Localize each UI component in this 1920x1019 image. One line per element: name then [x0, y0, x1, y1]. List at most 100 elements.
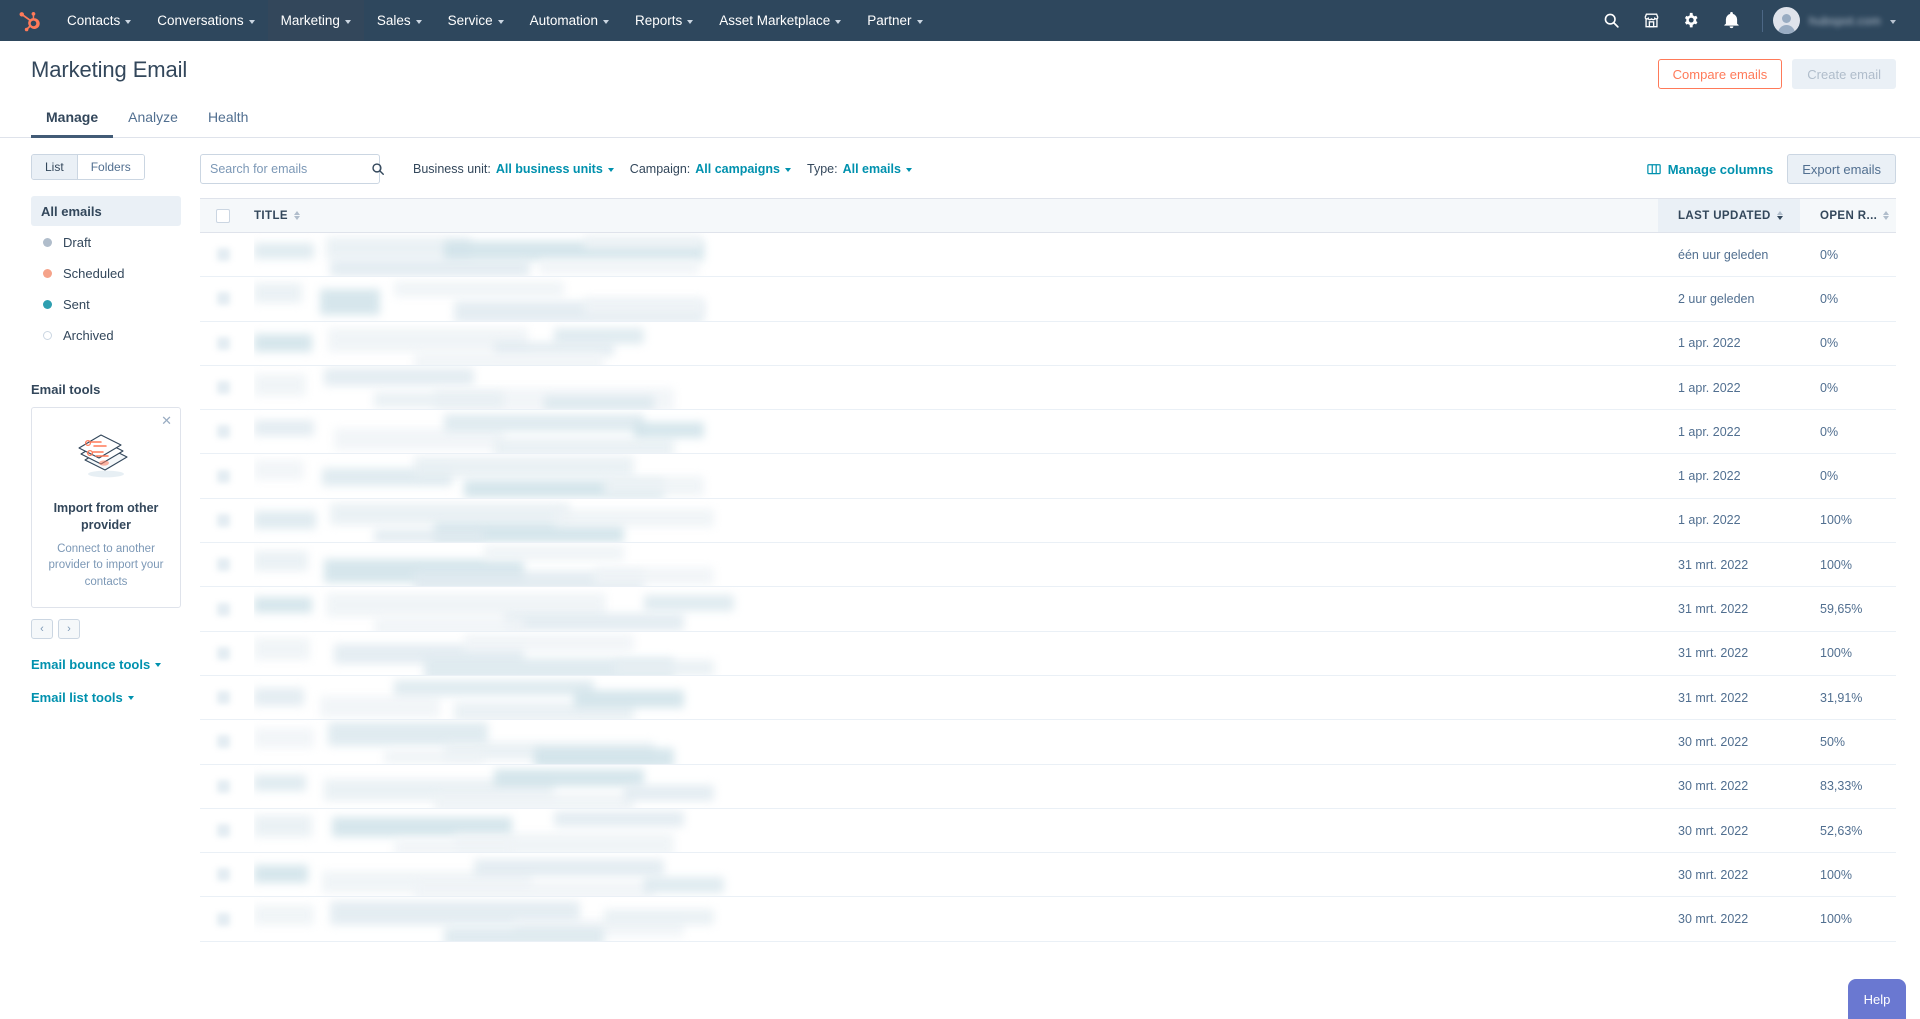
row-select-cell[interactable] [200, 558, 246, 572]
row-checkbox[interactable] [216, 735, 230, 749]
cell-title[interactable] [246, 765, 1658, 808]
cell-title[interactable] [246, 277, 1658, 321]
notifications-bell-icon[interactable] [1712, 0, 1752, 41]
row-select-cell[interactable] [200, 336, 246, 350]
row-select-cell[interactable] [200, 248, 246, 262]
nav-item-service[interactable]: Service [435, 0, 517, 41]
cell-title[interactable] [246, 499, 1658, 543]
nav-item-contacts[interactable]: Contacts [54, 0, 144, 41]
table-row[interactable]: 2 uur geleden 0% [200, 277, 1896, 322]
nav-item-asset-marketplace[interactable]: Asset Marketplace [706, 0, 854, 41]
table-row[interactable]: 30 mrt. 2022 52,63% [200, 808, 1896, 854]
nav-item-automation[interactable]: Automation [517, 0, 622, 41]
row-select-cell[interactable] [200, 381, 246, 395]
export-emails-button[interactable]: Export emails [1787, 154, 1896, 184]
row-checkbox[interactable] [216, 292, 230, 306]
row-checkbox[interactable] [216, 646, 230, 660]
close-icon[interactable]: ✕ [161, 414, 172, 427]
table-row[interactable]: 30 mrt. 2022 100% [200, 897, 1896, 942]
cell-title[interactable] [246, 543, 1658, 587]
nav-item-marketing[interactable]: Marketing [267, 0, 364, 41]
view-toggle-list[interactable]: List [32, 155, 77, 179]
compare-emails-button[interactable]: Compare emails [1657, 59, 1783, 89]
cell-title[interactable] [246, 366, 1658, 410]
cell-title[interactable] [246, 410, 1658, 454]
table-row[interactable]: 1 apr. 2022 0% [200, 410, 1896, 455]
row-checkbox[interactable] [216, 513, 230, 527]
table-row[interactable]: 1 apr. 2022 0% [200, 321, 1896, 366]
search-box[interactable] [200, 154, 384, 184]
filter-value-dropdown[interactable]: All business units [496, 162, 614, 176]
select-all-checkbox[interactable] [216, 208, 230, 223]
search-input[interactable] [210, 162, 371, 176]
marketplace-icon[interactable] [1632, 0, 1672, 41]
filter-value-dropdown[interactable]: All campaigns [695, 162, 791, 176]
tab-analyze[interactable]: Analyze [113, 103, 193, 138]
row-select-cell[interactable] [200, 779, 246, 793]
table-row[interactable]: 1 apr. 2022 0% [200, 454, 1896, 499]
account-menu[interactable]: hubspot.com [1772, 0, 1902, 41]
column-header-last-updated[interactable]: LAST UPDATED [1658, 199, 1800, 232]
table-row[interactable]: 31 mrt. 2022 100% [200, 631, 1896, 676]
row-select-cell[interactable] [200, 646, 246, 660]
cell-title[interactable] [246, 897, 1658, 941]
table-row[interactable]: 30 mrt. 2022 50% [200, 720, 1896, 765]
sidebar-link-email-list-tools[interactable]: Email list tools [31, 690, 181, 705]
table-row[interactable]: 30 mrt. 2022 100% [200, 853, 1896, 898]
sidebar-item-all-emails[interactable]: All emails [31, 196, 181, 226]
cell-title[interactable] [246, 233, 1658, 277]
row-checkbox[interactable] [216, 691, 230, 705]
table-row[interactable]: één uur geleden 0% [200, 233, 1896, 278]
row-checkbox[interactable] [216, 469, 230, 483]
row-select-cell[interactable] [200, 292, 246, 306]
row-select-cell[interactable] [200, 425, 246, 439]
row-checkbox[interactable] [216, 558, 230, 572]
manage-columns-button[interactable]: Manage columns [1647, 162, 1773, 177]
cell-title[interactable] [246, 322, 1658, 365]
row-checkbox[interactable] [216, 336, 230, 350]
table-row[interactable]: 31 mrt. 2022 59,65% [200, 587, 1896, 632]
row-checkbox[interactable] [216, 868, 230, 882]
column-header-title[interactable]: TITLE [246, 199, 1658, 232]
row-select-cell[interactable] [200, 691, 246, 705]
row-select-cell[interactable] [200, 602, 246, 616]
cell-title[interactable] [246, 632, 1658, 675]
row-checkbox[interactable] [216, 602, 230, 616]
tab-manage[interactable]: Manage [31, 103, 114, 138]
row-checkbox[interactable] [216, 425, 230, 439]
row-select-cell[interactable] [200, 912, 246, 926]
next-card-button[interactable]: › [58, 618, 80, 639]
table-row[interactable]: 31 mrt. 2022 100% [200, 543, 1896, 588]
nav-item-conversations[interactable]: Conversations [144, 0, 267, 41]
row-checkbox[interactable] [216, 248, 230, 262]
cell-title[interactable] [246, 809, 1658, 853]
sidebar-item-scheduled[interactable]: Scheduled [31, 258, 181, 288]
cell-title[interactable] [246, 853, 1658, 897]
table-row[interactable]: 1 apr. 2022 0% [200, 365, 1896, 411]
cell-title[interactable] [246, 454, 1658, 498]
hubspot-logo-icon[interactable] [14, 6, 44, 36]
cell-title[interactable] [246, 720, 1658, 764]
search-icon[interactable] [1592, 0, 1632, 41]
row-select-cell[interactable] [200, 824, 246, 837]
help-button[interactable]: Help [1848, 979, 1906, 1019]
cell-title[interactable] [246, 587, 1658, 631]
settings-gear-icon[interactable] [1672, 0, 1712, 41]
row-checkbox[interactable] [216, 912, 230, 926]
row-select-cell[interactable] [200, 735, 246, 749]
row-checkbox[interactable] [216, 824, 230, 837]
search-icon[interactable] [371, 162, 385, 176]
row-checkbox[interactable] [216, 779, 230, 793]
table-row[interactable]: 30 mrt. 2022 83,33% [200, 764, 1896, 809]
row-select-cell[interactable] [200, 868, 246, 882]
table-row[interactable]: 31 mrt. 2022 31,91% [200, 675, 1896, 721]
nav-item-partner[interactable]: Partner [854, 0, 935, 41]
view-toggle-folders[interactable]: Folders [76, 155, 144, 179]
row-checkbox[interactable] [216, 381, 230, 395]
sidebar-item-sent[interactable]: Sent [31, 289, 181, 319]
tab-health[interactable]: Health [193, 103, 263, 138]
sidebar-item-archived[interactable]: Archived [31, 320, 181, 350]
cell-title[interactable] [246, 676, 1658, 720]
column-header-open-rate[interactable]: OPEN R... [1800, 199, 1896, 232]
prev-card-button[interactable]: ‹ [31, 618, 53, 639]
